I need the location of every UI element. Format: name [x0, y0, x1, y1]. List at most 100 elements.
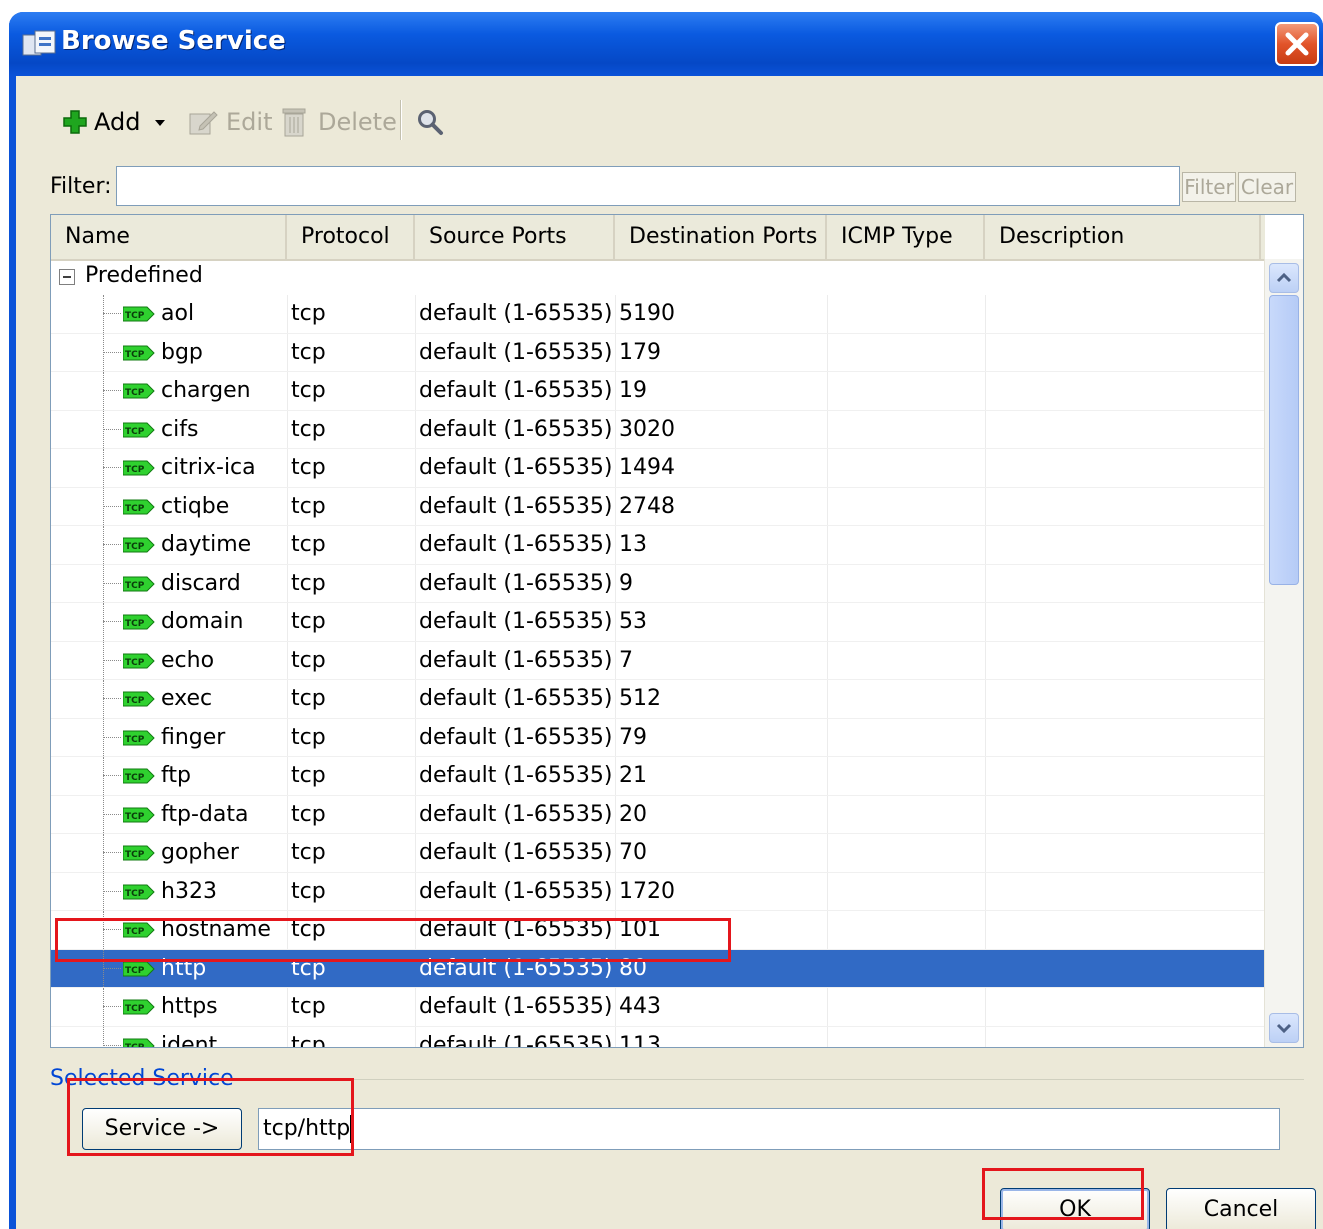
- add-button[interactable]: Add: [62, 104, 172, 140]
- tree-line: [103, 1006, 121, 1007]
- svg-text:TCP: TCP: [125, 388, 145, 398]
- svg-text:TCP: TCP: [125, 465, 145, 475]
- chevron-down-icon[interactable]: [148, 112, 172, 132]
- cell-dest: 53: [619, 609, 647, 634]
- table-row[interactable]: TCP cifs tcp default (1-65535) 3020: [51, 410, 1265, 449]
- column-header-destination-ports[interactable]: Destination Ports: [615, 215, 827, 259]
- svg-text:TCP: TCP: [125, 581, 145, 591]
- cell-dest: 443: [619, 994, 661, 1019]
- tcp-protocol-icon: TCP: [123, 345, 155, 360]
- cell-source: default (1-65535): [419, 416, 613, 442]
- cell-name: discard: [161, 570, 241, 596]
- tcp-protocol-icon: TCP: [123, 499, 155, 514]
- table-row[interactable]: TCP ftp tcp default (1-65535) 21: [51, 757, 1265, 796]
- column-header-description[interactable]: Description: [985, 215, 1261, 259]
- table-row[interactable]: TCP citrix-ica tcp default (1-65535) 1494: [51, 449, 1265, 488]
- cell-source: default (1-65535): [419, 455, 613, 480]
- table-row[interactable]: TCP h323 tcp default (1-65535) 1720: [51, 872, 1265, 911]
- cell-name: ftp: [161, 763, 191, 788]
- table-row[interactable]: TCP finger tcp default (1-65535) 79: [51, 718, 1265, 757]
- table-row[interactable]: TCP ident tcp default (1-65535) 113: [51, 1026, 1265, 1048]
- svg-text:TCP: TCP: [125, 427, 145, 437]
- cell-dest: 9: [619, 570, 633, 596]
- close-button[interactable]: [1275, 22, 1319, 66]
- svg-text:TCP: TCP: [125, 1004, 145, 1014]
- cell-name: citrix-ica: [161, 455, 256, 480]
- cell-protocol: tcp: [291, 570, 326, 596]
- tree-line: [103, 544, 121, 545]
- tcp-protocol-icon: TCP: [123, 730, 155, 745]
- cell-protocol: tcp: [291, 416, 326, 442]
- cell-dest: 21: [619, 763, 647, 788]
- tcp-protocol-icon: TCP: [123, 537, 155, 553]
- filter-input[interactable]: [116, 166, 1180, 206]
- column-header-protocol[interactable]: Protocol: [287, 215, 415, 259]
- scroll-up-button[interactable]: [1269, 263, 1299, 293]
- tree-line: [103, 736, 121, 738]
- table-row[interactable]: TCP domain tcp default (1-65535) 53: [51, 603, 1265, 642]
- cell-protocol: tcp: [291, 840, 326, 865]
- cell-dest: 179: [619, 339, 661, 365]
- column-header-name[interactable]: Name: [51, 215, 287, 259]
- column-header-source-ports[interactable]: Source Ports: [415, 215, 615, 259]
- cell-source: default (1-65535): [419, 609, 613, 634]
- tcp-protocol-icon: TCP: [123, 691, 155, 707]
- cell-source: default (1-65535): [419, 339, 613, 365]
- cell-protocol: tcp: [291, 1032, 326, 1048]
- filter-label: Filter:: [50, 174, 112, 199]
- tree-line: [103, 813, 121, 815]
- table-row[interactable]: TCP ftp-data tcp default (1-65535) 20: [51, 795, 1265, 834]
- table-row[interactable]: TCP aol tcp default (1-65535) 5190: [51, 295, 1265, 334]
- table-row[interactable]: TCP bgp tcp default (1-65535) 179: [51, 333, 1265, 372]
- table-row[interactable]: TCP https tcp default (1-65535) 443: [51, 988, 1265, 1027]
- table-row[interactable]: TCP daytime tcp default (1-65535) 13: [51, 526, 1265, 565]
- cell-source: default (1-65535): [419, 801, 613, 827]
- tcp-protocol-icon: TCP: [123, 306, 155, 322]
- cell-name: chargen: [161, 378, 251, 403]
- table-row[interactable]: TCP echo tcp default (1-65535) 7: [51, 641, 1265, 680]
- svg-text:TCP: TCP: [125, 735, 145, 745]
- table-row[interactable]: TCP exec tcp default (1-65535) 512: [51, 680, 1265, 719]
- delete-button[interactable]: Delete: [280, 104, 397, 140]
- tcp-protocol-icon: TCP: [123, 422, 155, 437]
- chevron-down-icon: [1276, 1023, 1292, 1034]
- svg-text:TCP: TCP: [125, 812, 145, 822]
- cell-source: default (1-65535): [419, 763, 613, 788]
- collapse-icon[interactable]: [59, 269, 75, 285]
- table-row[interactable]: TCP gopher tcp default (1-65535) 70: [51, 834, 1265, 873]
- selected-service-input[interactable]: tcp/http: [258, 1108, 1280, 1150]
- edit-button[interactable]: Edit: [188, 104, 272, 140]
- table-row[interactable]: TCP discard tcp default (1-65535) 9: [51, 564, 1265, 603]
- close-icon: [1285, 32, 1309, 56]
- column-header-icmp-type[interactable]: ICMP Type: [827, 215, 985, 259]
- scroll-thumb[interactable]: [1269, 295, 1299, 585]
- vertical-scrollbar[interactable]: [1264, 259, 1303, 1047]
- cell-source: default (1-65535): [419, 1032, 613, 1048]
- cell-source: default (1-65535): [419, 532, 613, 557]
- title-bar[interactable]: Browse Service: [9, 12, 1323, 76]
- cell-source: default (1-65535): [419, 724, 613, 750]
- table-row[interactable]: TCP chargen tcp default (1-65535) 19: [51, 372, 1265, 411]
- cell-dest: 19: [619, 378, 647, 403]
- plus-icon: [63, 110, 87, 134]
- tree-line: [103, 967, 121, 969]
- scroll-down-button[interactable]: [1269, 1013, 1299, 1043]
- clear-button[interactable]: Clear: [1238, 172, 1296, 202]
- tcp-protocol-icon: TCP: [123, 807, 155, 822]
- svg-text:TCP: TCP: [125, 311, 145, 321]
- filter-button[interactable]: Filter: [1182, 172, 1236, 202]
- window-title: Browse Service: [61, 26, 286, 56]
- cell-dest: 5190: [619, 301, 675, 326]
- tree-group-predefined[interactable]: Predefined: [51, 259, 1265, 295]
- tree-line: [103, 852, 121, 853]
- find-button[interactable]: [416, 104, 444, 140]
- cancel-button[interactable]: Cancel: [1166, 1188, 1316, 1229]
- tree-line: [103, 1044, 121, 1046]
- dialog-client-area: Add Edit Delete Filter: Filter Clear Nam…: [16, 76, 1323, 1229]
- table-row[interactable]: TCP ctiqbe tcp default (1-65535) 2748: [51, 487, 1265, 526]
- cell-dest: 7: [619, 647, 633, 673]
- cell-protocol: tcp: [291, 686, 326, 711]
- cell-dest: 2748: [619, 493, 675, 519]
- tcp-protocol-icon: TCP: [123, 576, 155, 591]
- cell-dest: 13: [619, 532, 647, 557]
